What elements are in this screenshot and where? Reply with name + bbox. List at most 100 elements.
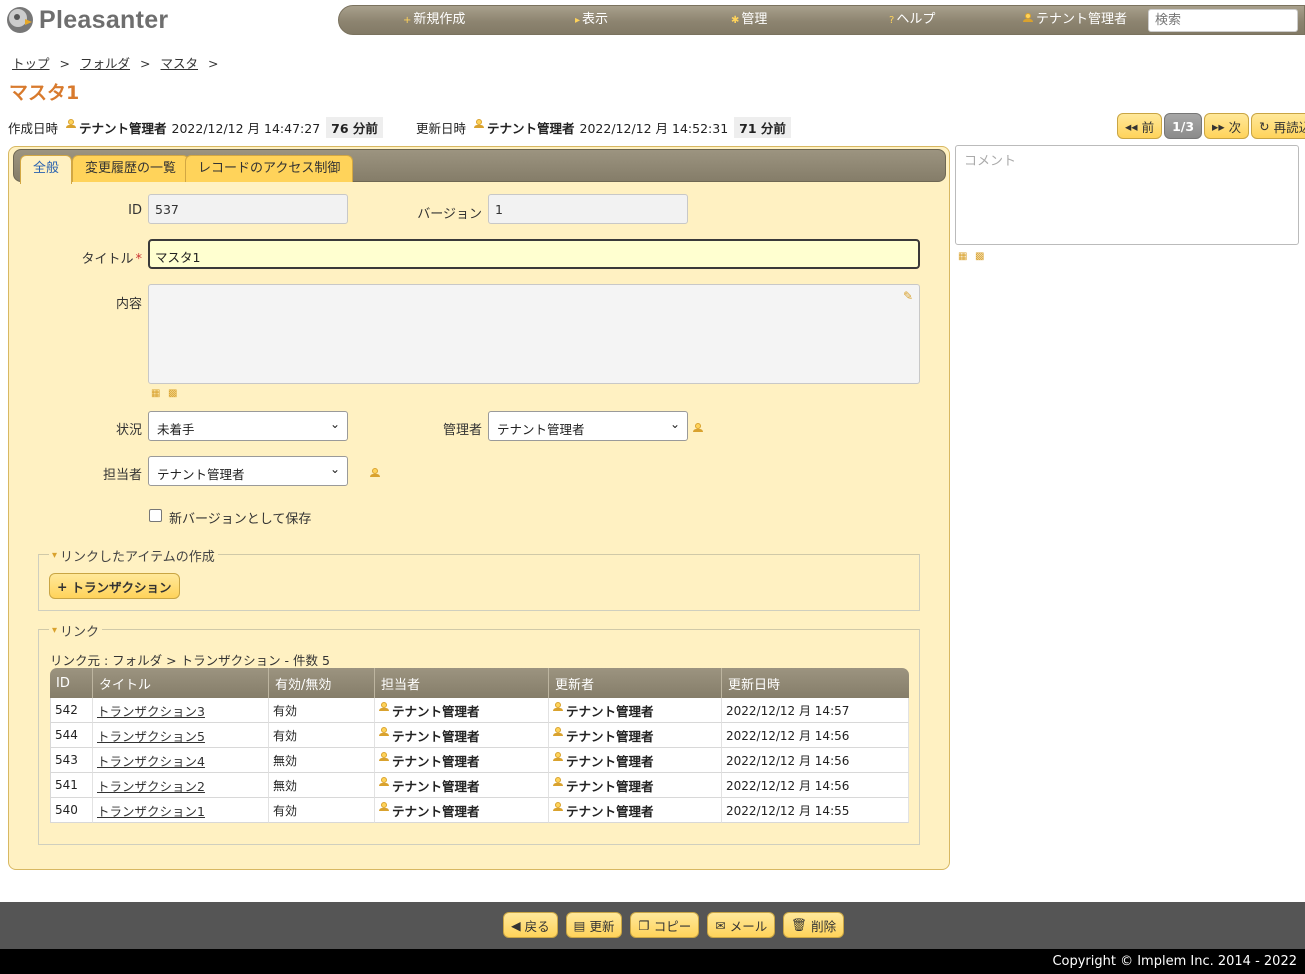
linked-create-legend[interactable]: ▾ リンクしたアイテムの作成 [49, 546, 218, 565]
breadcrumb-separator: > [208, 56, 219, 71]
body-textarea[interactable]: ✎ [148, 284, 920, 384]
user-icon [379, 776, 389, 787]
cell-title: トランザクション2 [93, 773, 269, 798]
mail-button[interactable]: ✉ メール [707, 912, 776, 938]
user-icon[interactable] [693, 423, 703, 433]
title-input[interactable]: マスタ1 [148, 239, 920, 269]
logo[interactable]: Pleasanter [5, 4, 168, 36]
status-select[interactable]: 未着手 ⌄ [148, 411, 348, 441]
col-title[interactable]: タイトル [93, 668, 269, 698]
cell-title: トランザクション4 [93, 748, 269, 773]
create-transaction-label: トランザクション [71, 579, 172, 595]
image-icon[interactable]: ▦ [151, 388, 160, 399]
cell-enabled: 有効 [269, 798, 375, 823]
user-icon [379, 701, 389, 712]
table-row[interactable]: 543 トランザクション4 無効 テナント管理者 テナント管理者 2022/12… [50, 748, 909, 773]
nav-help[interactable]: ? ヘルプ [889, 6, 935, 34]
status-label: 状況 [115, 423, 142, 438]
copy-icon: ❐ [638, 917, 650, 933]
updater-name: テナント管理者 [566, 753, 654, 769]
pencil-icon[interactable]: ✎ [903, 289, 913, 303]
plus-icon: + [403, 15, 412, 26]
links-legend-text: リンク [60, 625, 100, 640]
manager-select[interactable]: テナント管理者 ⌄ [488, 411, 688, 441]
col-owner[interactable]: 担当者 [375, 668, 549, 698]
user-icon [379, 801, 389, 812]
cell-updater: テナント管理者 [549, 773, 722, 798]
reload-label: 再読込 [1273, 119, 1305, 135]
breadcrumb-separator: > [140, 56, 151, 71]
col-enabled[interactable]: 有効/無効 [269, 668, 375, 698]
breadcrumb-master[interactable]: マスタ [161, 56, 199, 71]
breadcrumb: トップ > フォルダ > マスタ > [12, 53, 229, 72]
breadcrumb-top[interactable]: トップ [12, 56, 50, 71]
row-title-link[interactable]: トランザクション5 [97, 729, 205, 744]
cell-title: トランザクション3 [93, 698, 269, 723]
nav-new[interactable]: + 新規作成 [403, 6, 465, 34]
cell-updater: テナント管理者 [549, 698, 722, 723]
user-icon[interactable] [369, 468, 380, 478]
cell-updated: 2022/12/12 月 14:56 [722, 748, 909, 773]
gear-icon: ✱ [731, 15, 740, 26]
pager-position: 1/3 [1164, 113, 1203, 139]
update-button[interactable]: ▤ 更新 [565, 912, 623, 938]
created-user[interactable]: テナント管理者 [79, 118, 167, 137]
next-button[interactable]: ▸▸ 次 [1204, 113, 1250, 139]
copy-button[interactable]: ❐ コピー [630, 912, 700, 938]
prev-button[interactable]: ◂◂ 前 [1117, 113, 1163, 139]
nav-user[interactable]: テナント管理者 [1023, 6, 1127, 34]
breadcrumb-folder[interactable]: フォルダ [80, 56, 130, 71]
back-icon: ◀ [511, 917, 521, 933]
attachment-icon[interactable]: ▩ [975, 251, 984, 262]
back-button[interactable]: ◀ 戻る [503, 912, 558, 938]
pager: ◂◂ 前 1/3 ▸▸ 次 ↻ 再読込 [1117, 113, 1305, 139]
search-input[interactable] [1148, 9, 1298, 32]
user-icon [474, 118, 485, 129]
attachment-icon[interactable]: ▩ [168, 388, 177, 399]
cell-updated: 2022/12/12 月 14:56 [722, 723, 909, 748]
tab-general[interactable]: 全般 [20, 155, 73, 184]
links-caption: リンク元 : フォルダ > トランザクション - 件数 5 [50, 653, 330, 668]
col-updated[interactable]: 更新日時 [722, 668, 909, 698]
delete-button[interactable]: 🗑 削除 [783, 912, 845, 938]
image-icon[interactable]: ▦ [958, 251, 967, 262]
cell-enabled: 無効 [269, 748, 375, 773]
chevron-down-icon: ⌄ [669, 417, 680, 431]
user-icon [553, 701, 563, 712]
nav-view[interactable]: ▸ 表示 [575, 6, 608, 34]
cell-updater: テナント管理者 [549, 723, 722, 748]
nav-manage[interactable]: ✱ 管理 [731, 6, 767, 34]
table-row[interactable]: 540 トランザクション1 有効 テナント管理者 テナント管理者 2022/12… [50, 798, 909, 823]
links-table: ID タイトル 有効/無効 担当者 更新者 更新日時 542 トランザクション3… [50, 668, 909, 823]
row-title-link[interactable]: トランザクション4 [97, 754, 205, 769]
table-row[interactable]: 541 トランザクション2 無効 テナント管理者 テナント管理者 2022/12… [50, 773, 909, 798]
owner-select[interactable]: テナント管理者 ⌄ [148, 456, 348, 486]
row-title-link[interactable]: トランザクション2 [97, 779, 205, 794]
col-id[interactable]: ID [50, 668, 93, 698]
create-transaction-button[interactable]: + トランザクション [49, 573, 180, 599]
reload-button[interactable]: ↻ 再読込 [1251, 113, 1305, 139]
new-version-checkbox[interactable] [149, 509, 162, 522]
row-title-link[interactable]: トランザクション3 [97, 704, 205, 719]
triangle-down-icon: ▾ [52, 625, 58, 636]
cell-enabled: 有効 [269, 723, 375, 748]
table-row[interactable]: 542 トランザクション3 有効 テナント管理者 テナント管理者 2022/12… [50, 698, 909, 723]
tab-history[interactable]: 変更履歴の一覧 [72, 155, 190, 182]
owner-value: テナント管理者 [157, 467, 245, 482]
created-info: 作成日時 テナント管理者 2022/12/12 月 14:47:27 76 分前 [8, 117, 383, 138]
row-title-link[interactable]: トランザクション1 [97, 804, 205, 819]
comment-textarea[interactable]: コメント [955, 145, 1299, 245]
col-updater[interactable]: 更新者 [549, 668, 722, 698]
command-bar: ◀ 戻る ▤ 更新 ❐ コピー ✉ メール 🗑 削除 [0, 902, 1305, 949]
logo-text: Pleasanter [39, 5, 169, 34]
tab-access-control[interactable]: レコードのアクセス制御 [185, 155, 354, 182]
updated-elapsed: 71 分前 [734, 117, 791, 138]
new-version-label[interactable]: 新バージョンとして保存 [169, 508, 311, 527]
owner-name: テナント管理者 [392, 778, 480, 794]
linked-create-section: ▾ リンクしたアイテムの作成 + トランザクション [38, 546, 920, 611]
table-row[interactable]: 544 トランザクション5 有効 テナント管理者 テナント管理者 2022/12… [50, 723, 909, 748]
next-icon: ▸▸ [1212, 118, 1225, 134]
status-value: 未着手 [157, 422, 195, 437]
updated-user[interactable]: テナント管理者 [487, 118, 575, 137]
links-legend[interactable]: ▾ リンク [49, 621, 103, 640]
